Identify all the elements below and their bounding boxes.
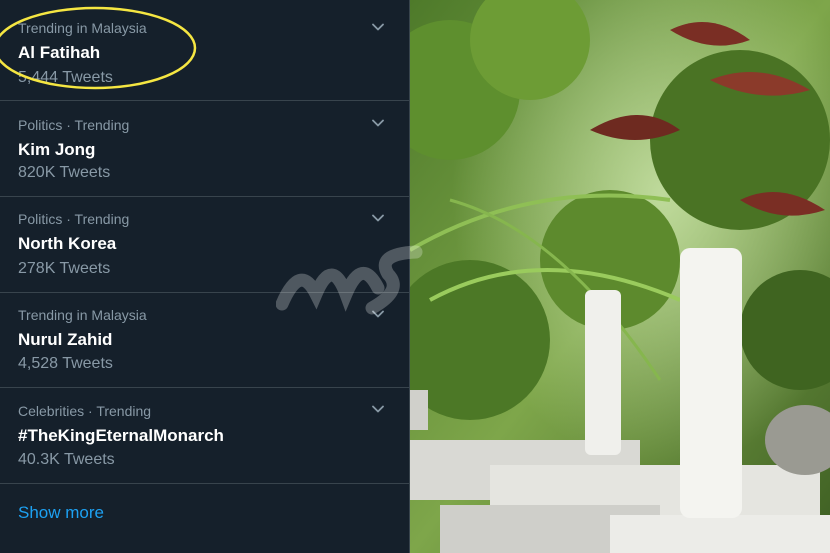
trend-name: North Korea xyxy=(18,234,117,253)
trend-context: Trending in Malaysia xyxy=(18,307,147,323)
trend-name: #TheKingEternalMonarch xyxy=(18,426,224,445)
watermark-logo xyxy=(276,245,423,315)
trend-name: Nurul Zahid xyxy=(18,330,113,349)
chevron-down-icon[interactable] xyxy=(370,19,386,35)
trend-item[interactable]: Celebrities · Trending #TheKingEternalMo… xyxy=(0,388,410,484)
chevron-down-icon[interactable] xyxy=(370,115,386,131)
trend-context: Celebrities · Trending xyxy=(18,403,152,419)
trend-context: Politics · Trending xyxy=(18,211,130,227)
trend-context: Politics · Trending xyxy=(18,117,130,133)
show-more-link[interactable]: Show more xyxy=(18,503,104,523)
trend-tweet-count: 40.3K Tweets xyxy=(18,451,115,468)
trend-tweet-count: 278K Tweets xyxy=(18,260,111,277)
trend-tweet-count: 4,528 Tweets xyxy=(18,355,113,372)
trend-tweet-count: 820K Tweets xyxy=(18,164,111,181)
cemetery-photo xyxy=(410,0,830,553)
chevron-down-icon[interactable] xyxy=(370,210,386,226)
trend-name: Kim Jong xyxy=(18,140,96,159)
trend-item[interactable]: Politics · Trending Kim Jong 820K Tweets xyxy=(0,101,410,197)
chevron-down-icon[interactable] xyxy=(370,401,386,417)
highlight-circle-annotation xyxy=(0,6,197,90)
